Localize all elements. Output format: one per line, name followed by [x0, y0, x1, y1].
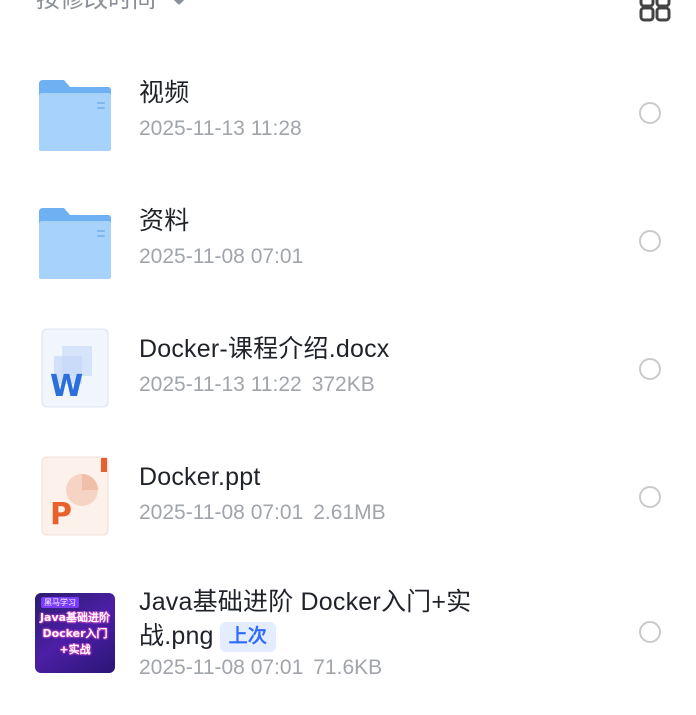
file-meta: 2025-11-13 11:22 372KB: [139, 370, 609, 400]
select-radio[interactable]: [639, 486, 661, 508]
file-texts: 视频 2025-11-13 11:28: [139, 76, 609, 144]
powerpoint-document-icon: P: [41, 456, 109, 536]
thumbnail-tag: 黑马学习: [41, 597, 79, 608]
select-radio[interactable]: [639, 621, 661, 643]
list-item[interactable]: W Docker-课程介绍.docx 2025-11-13 11:22 372KB: [0, 328, 696, 422]
file-date: 2025-11-13 11:28: [139, 117, 302, 140]
image-thumbnail: 黑马学习 Java基础进阶 Docker入门 +实战: [35, 593, 115, 673]
thumbnail-text: Java基础进阶: [39, 611, 111, 624]
file-date: 2025-11-08 07:01: [139, 245, 304, 268]
file-size: 2.61MB: [313, 501, 386, 524]
file-name-line2: 战.png 上次: [139, 619, 609, 653]
word-document-icon: W: [41, 328, 109, 408]
list-item[interactable]: P Docker.ppt 2025-11-08 07:01 2.61MB: [0, 456, 696, 550]
select-radio[interactable]: [639, 358, 661, 380]
folder-icon: [39, 80, 111, 151]
file-texts: Docker.ppt 2025-11-08 07:01 2.61MB: [139, 460, 609, 528]
file-name: Docker.ppt: [139, 463, 261, 491]
file-meta: 2025-11-08 07:01: [139, 242, 609, 272]
file-size: 71.6KB: [313, 656, 383, 679]
file-name: Docker-课程介绍.docx: [139, 335, 390, 363]
svg-text:P: P: [50, 497, 72, 532]
file-date: 2025-11-08 07:01: [139, 656, 304, 679]
file-texts: Java基础进阶 Docker入门+实 战.png 上次 2025-11-08 0…: [139, 585, 609, 683]
file-list: 视频 2025-11-13 11:28 资料 2025-11-08 07:01: [0, 0, 696, 715]
select-radio[interactable]: [639, 230, 661, 252]
file-name: 资料: [139, 207, 190, 235]
list-item[interactable]: 资料 2025-11-08 07:01: [0, 204, 696, 294]
file-date: 2025-11-13 11:22: [139, 373, 302, 396]
svg-text:W: W: [50, 369, 83, 404]
file-meta: 2025-11-08 07:01 2.61MB: [139, 498, 609, 528]
folder-icon: [39, 208, 111, 279]
last-opened-badge: 上次: [219, 622, 277, 652]
select-radio[interactable]: [639, 102, 661, 124]
thumbnail-text: Docker入门: [42, 627, 108, 640]
file-name: 视频: [139, 79, 190, 107]
file-date: 2025-11-08 07:01: [139, 501, 304, 524]
thumbnail-text: +实战: [59, 643, 91, 656]
file-browser: 按修改时间 视频 2025-11-13 11:28: [0, 0, 696, 715]
list-item[interactable]: 黑马学习 Java基础进阶 Docker入门 +实战 Java基础进阶 Dock…: [0, 585, 696, 685]
file-size: 372KB: [311, 373, 375, 396]
file-name-line1: Java基础进阶 Docker入门+实: [139, 588, 472, 616]
file-name-continued: 战.png: [139, 622, 214, 650]
file-texts: Docker-课程介绍.docx 2025-11-13 11:22 372KB: [139, 332, 609, 400]
file-texts: 资料 2025-11-08 07:01: [139, 204, 609, 272]
file-meta: 2025-11-08 07:01 71.6KB: [139, 653, 609, 683]
file-meta: 2025-11-13 11:28: [139, 114, 609, 144]
list-item[interactable]: 视频 2025-11-13 11:28: [0, 76, 696, 166]
